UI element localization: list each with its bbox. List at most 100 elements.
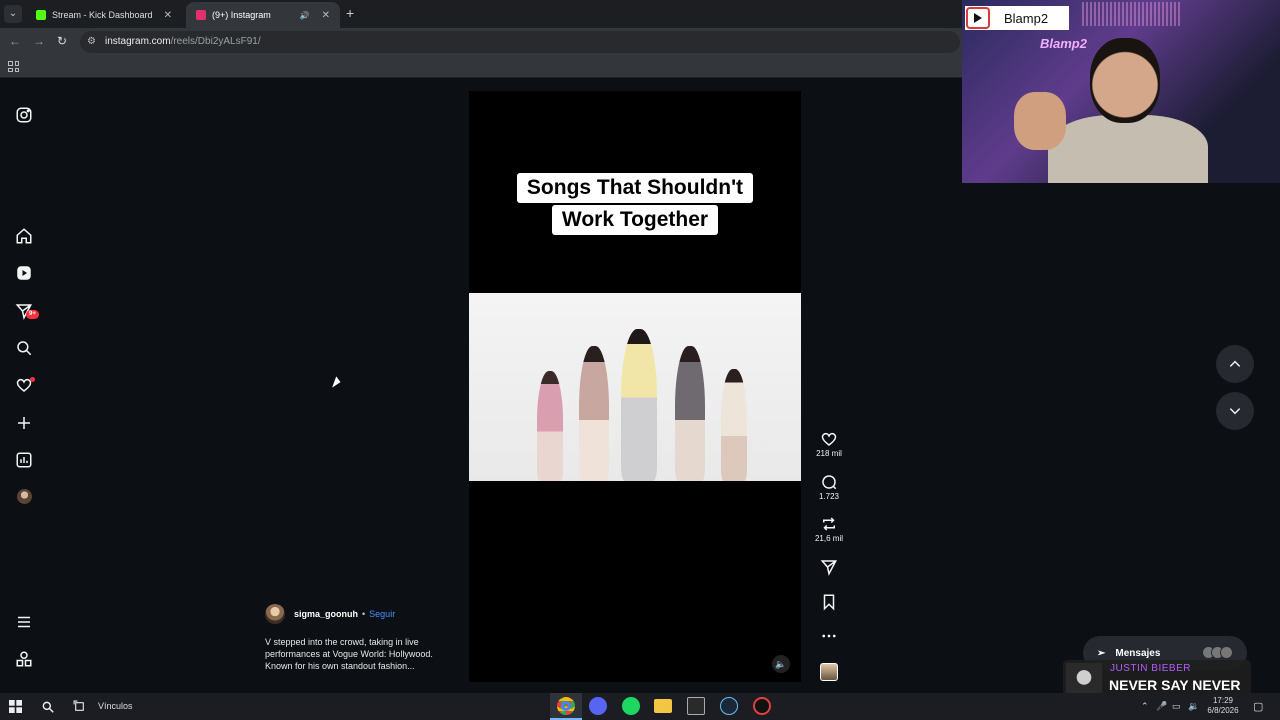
dancer-figure <box>721 369 747 481</box>
notification-dot <box>30 377 35 382</box>
share-button[interactable] <box>809 558 849 576</box>
reel-video[interactable]: Songs That Shouldn't Work Together 🔈 <box>469 91 801 682</box>
speaker-icon[interactable]: 🔊 <box>300 11 310 20</box>
repost-icon <box>823 517 835 531</box>
follow-button[interactable]: Seguir <box>369 609 395 619</box>
more-options-button[interactable] <box>809 627 849 645</box>
chevron-down-icon <box>1229 408 1241 415</box>
reels-icon[interactable] <box>14 263 34 283</box>
audio-visualizer <box>1082 2 1182 26</box>
caption-text-1: Songs That Shouldn't <box>516 173 754 203</box>
back-arrow-icon[interactable]: ← <box>9 34 21 48</box>
also-from-meta-icon[interactable] <box>14 649 34 669</box>
create-plus-icon[interactable] <box>14 413 34 433</box>
streamer-hand <box>1014 92 1066 150</box>
clock-time: 17:29 <box>1212 696 1234 705</box>
now-playing-song: NEVER SAY NEVER <box>1109 677 1241 693</box>
youtube-channel-label: Blamp2 <box>965 6 1069 30</box>
apps-grid-icon[interactable] <box>8 61 19 72</box>
tab-label: (9+) Instagram <box>212 10 271 20</box>
original-audio-thumbnail[interactable] <box>820 663 838 681</box>
new-tab-button[interactable]: + <box>346 5 354 21</box>
tray-overflow-icon[interactable]: ⌃ <box>1141 701 1149 712</box>
comment-count: 1.723 <box>818 492 840 501</box>
previous-reel-button[interactable] <box>1216 345 1254 383</box>
url-host: instagram.com <box>105 36 171 47</box>
dashboard-icon[interactable] <box>14 450 34 470</box>
more-dots-icon <box>822 634 836 638</box>
tab-instagram[interactable]: (9+) Instagram 🔊 ✕ <box>186 2 340 28</box>
save-button[interactable] <box>809 593 849 611</box>
links-toolbar-label[interactable]: Vínculos <box>98 701 133 711</box>
streamer-body <box>1048 115 1208 183</box>
close-tab-icon[interactable]: ✕ <box>322 10 330 21</box>
author-row: sigma_goonuh • Seguir <box>265 604 395 624</box>
task-view-icon[interactable] <box>71 698 88 715</box>
browser-toolbar: ← → ↻ ⚙ instagram.com/reels/Dbi2yALsF91/ <box>0 28 962 56</box>
notifications-badge: 9+ <box>26 310 39 319</box>
kick-favicon-icon <box>36 10 46 20</box>
file-explorer-icon[interactable] <box>654 699 672 713</box>
separator-dot: • <box>362 609 366 619</box>
bookmark-icon <box>823 594 835 611</box>
instagram-favicon-icon <box>196 10 206 20</box>
like-button[interactable]: 218 mil <box>809 430 849 458</box>
caption-text-2: Work Together <box>551 205 719 235</box>
reel-description[interactable]: V stepped into the crowd, taking in live… <box>265 636 455 672</box>
tab-kick-dashboard[interactable]: Stream - Kick Dashboard ✕ <box>26 2 182 28</box>
discord-icon[interactable] <box>589 697 607 715</box>
dancer-figure <box>621 329 657 481</box>
send-icon <box>820 560 837 576</box>
site-info-icon[interactable]: ⚙ <box>87 31 96 53</box>
now-playing-artist: JUSTIN BIEBER <box>1110 663 1191 674</box>
forward-arrow-icon[interactable]: → <box>33 34 45 48</box>
close-tab-icon[interactable]: ✕ <box>164 10 172 21</box>
neon-sign: Blamp2 <box>1040 36 1087 51</box>
profile-avatar[interactable] <box>17 489 32 504</box>
reel-caption-line2: Work Together <box>469 205 801 235</box>
author-avatar[interactable] <box>265 604 285 624</box>
dancer-figure <box>675 346 705 481</box>
spotify-icon[interactable] <box>622 697 640 715</box>
volume-icon[interactable]: 🔉 <box>1188 701 1199 712</box>
heart-icon <box>821 432 837 446</box>
url-path: /reels/Dbi2yALsF91/ <box>170 36 261 47</box>
system-clock[interactable]: 17:29 6/8/2026 <box>1202 696 1244 716</box>
windows-start-icon[interactable] <box>7 698 24 715</box>
repost-count: 21,6 mil <box>814 534 843 543</box>
screen: ⌄ Stream - Kick Dashboard ✕ (9+) Instagr… <box>0 0 1280 720</box>
streamer-head <box>1090 38 1160 123</box>
notification-center-icon[interactable]: ▢ <box>1253 700 1263 713</box>
send-icon: ➢ <box>1097 647 1106 659</box>
home-icon[interactable] <box>14 226 34 246</box>
bookmarks-bar <box>0 56 962 78</box>
epic-games-icon[interactable] <box>687 697 705 715</box>
network-icon[interactable]: ▭ <box>1172 701 1181 712</box>
comment-button[interactable]: 1.723 <box>809 473 849 501</box>
dancer-figure <box>579 346 609 481</box>
like-count: 218 mil <box>816 449 842 458</box>
message-avatars <box>1202 646 1233 659</box>
next-reel-button[interactable] <box>1216 392 1254 430</box>
video-frame-dancers <box>469 293 801 481</box>
menu-hamburger-icon[interactable] <box>14 612 34 632</box>
tab-search-button[interactable]: ⌄ <box>4 5 22 23</box>
search-icon[interactable] <box>39 698 56 715</box>
obs-icon[interactable] <box>753 697 771 715</box>
instagram-logo-icon[interactable] <box>14 105 34 125</box>
webcam-overlay: Blamp2 Blamp2 <box>962 0 1280 183</box>
windows-taskbar: Vínculos ⌃ 🎤 ▭ 🔉 17:29 6/8/2026 ▢ <box>0 693 1280 720</box>
mute-toggle-icon[interactable]: 🔈 <box>772 655 790 673</box>
microphone-icon[interactable]: 🎤 <box>1156 701 1167 712</box>
reload-icon[interactable]: ↻ <box>57 34 67 48</box>
chrome-icon[interactable] <box>557 697 575 715</box>
repost-button[interactable]: 21,6 mil <box>809 515 849 543</box>
search-icon[interactable] <box>14 338 34 358</box>
author-username[interactable]: sigma_goonuh <box>294 609 358 619</box>
steam-icon[interactable] <box>720 697 738 715</box>
address-bar[interactable]: ⚙ instagram.com/reels/Dbi2yALsF91/ <box>80 31 960 53</box>
messages-label: Mensajes <box>1115 647 1161 659</box>
channel-name: Blamp2 <box>1004 10 1049 26</box>
chevron-up-icon <box>1229 360 1241 367</box>
mouse-cursor <box>332 376 342 390</box>
